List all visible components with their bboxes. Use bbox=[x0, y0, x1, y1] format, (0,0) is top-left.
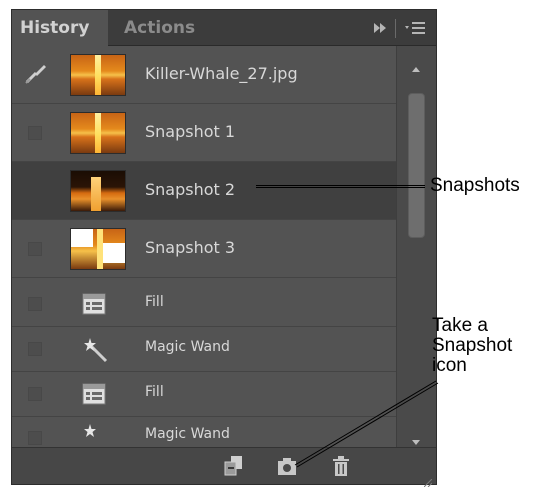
history-item-label: Magic Wand bbox=[145, 426, 230, 442]
double-arrow-icon[interactable] bbox=[372, 10, 388, 46]
history-item-label: Magic Wand bbox=[145, 339, 230, 355]
callout-line: Snapshot bbox=[432, 335, 513, 356]
history-item-label: Fill bbox=[145, 294, 164, 310]
resize-grip-icon[interactable] bbox=[423, 472, 433, 488]
magic-wand-icon bbox=[82, 337, 108, 363]
history-source-checkbox[interactable] bbox=[28, 297, 42, 311]
history-brush-icon[interactable] bbox=[24, 62, 48, 86]
snapshots-callout: Snapshots bbox=[430, 175, 520, 196]
scrollbar[interactable] bbox=[396, 46, 436, 447]
trash-icon[interactable] bbox=[329, 455, 353, 477]
camera-icon[interactable] bbox=[275, 455, 299, 477]
history-item-label: Snapshot 1 bbox=[145, 122, 236, 141]
history-toolbar bbox=[12, 447, 436, 488]
history-source-checkbox[interactable] bbox=[28, 242, 42, 256]
tab-actions[interactable]: Actions bbox=[116, 10, 203, 46]
history-step[interactable]: Fill bbox=[12, 372, 396, 417]
magic-wand-icon bbox=[82, 423, 106, 445]
snapshot-item[interactable]: Snapshot 3 bbox=[12, 220, 396, 278]
callout-line: icon bbox=[432, 355, 467, 376]
source-thumbnail bbox=[70, 54, 126, 96]
tab-history[interactable]: History bbox=[12, 10, 108, 46]
history-step[interactable]: Fill bbox=[12, 282, 396, 327]
history-item-label: Snapshot 2 bbox=[145, 180, 236, 199]
panel-tab-bar: History Actions bbox=[12, 10, 436, 46]
history-source-checkbox[interactable] bbox=[28, 431, 42, 445]
history-source-checkbox[interactable] bbox=[28, 342, 42, 356]
history-item-label: Snapshot 3 bbox=[145, 238, 236, 257]
fill-layer-icon bbox=[82, 293, 106, 315]
fill-layer-icon bbox=[82, 383, 106, 405]
history-step[interactable]: Magic Wand bbox=[12, 417, 396, 447]
history-list: Killer-Whale_27.jpg Snapshot 1 Snapshot … bbox=[12, 46, 396, 447]
snapshot-item-current[interactable]: Snapshot 2 bbox=[12, 162, 396, 220]
new-document-from-state-icon[interactable] bbox=[222, 455, 246, 477]
history-item-label: Killer-Whale_27.jpg bbox=[145, 64, 298, 83]
scrollbar-thumb[interactable] bbox=[408, 93, 425, 238]
tab-separator bbox=[395, 19, 396, 38]
snapshot-thumbnail bbox=[70, 170, 126, 212]
callout-line: Take a bbox=[432, 315, 488, 336]
history-step[interactable]: Magic Wand bbox=[12, 327, 396, 372]
scroll-down-icon[interactable] bbox=[409, 434, 423, 448]
history-panel: History Actions Killer-Whale_27.jpg Snap… bbox=[11, 9, 437, 488]
snapshot-thumbnail bbox=[70, 112, 126, 154]
history-item-source[interactable]: Killer-Whale_27.jpg bbox=[12, 46, 396, 104]
history-item-label: Fill bbox=[145, 384, 164, 400]
snapshot-item[interactable]: Snapshot 1 bbox=[12, 104, 396, 162]
scroll-up-icon[interactable] bbox=[409, 62, 423, 76]
panel-menu-icon[interactable] bbox=[404, 10, 428, 46]
take-snapshot-callout: Take a Snapshot icon bbox=[432, 316, 512, 376]
history-source-checkbox[interactable] bbox=[28, 387, 42, 401]
snapshot-thumbnail bbox=[70, 228, 126, 270]
history-source-checkbox[interactable] bbox=[28, 126, 42, 140]
